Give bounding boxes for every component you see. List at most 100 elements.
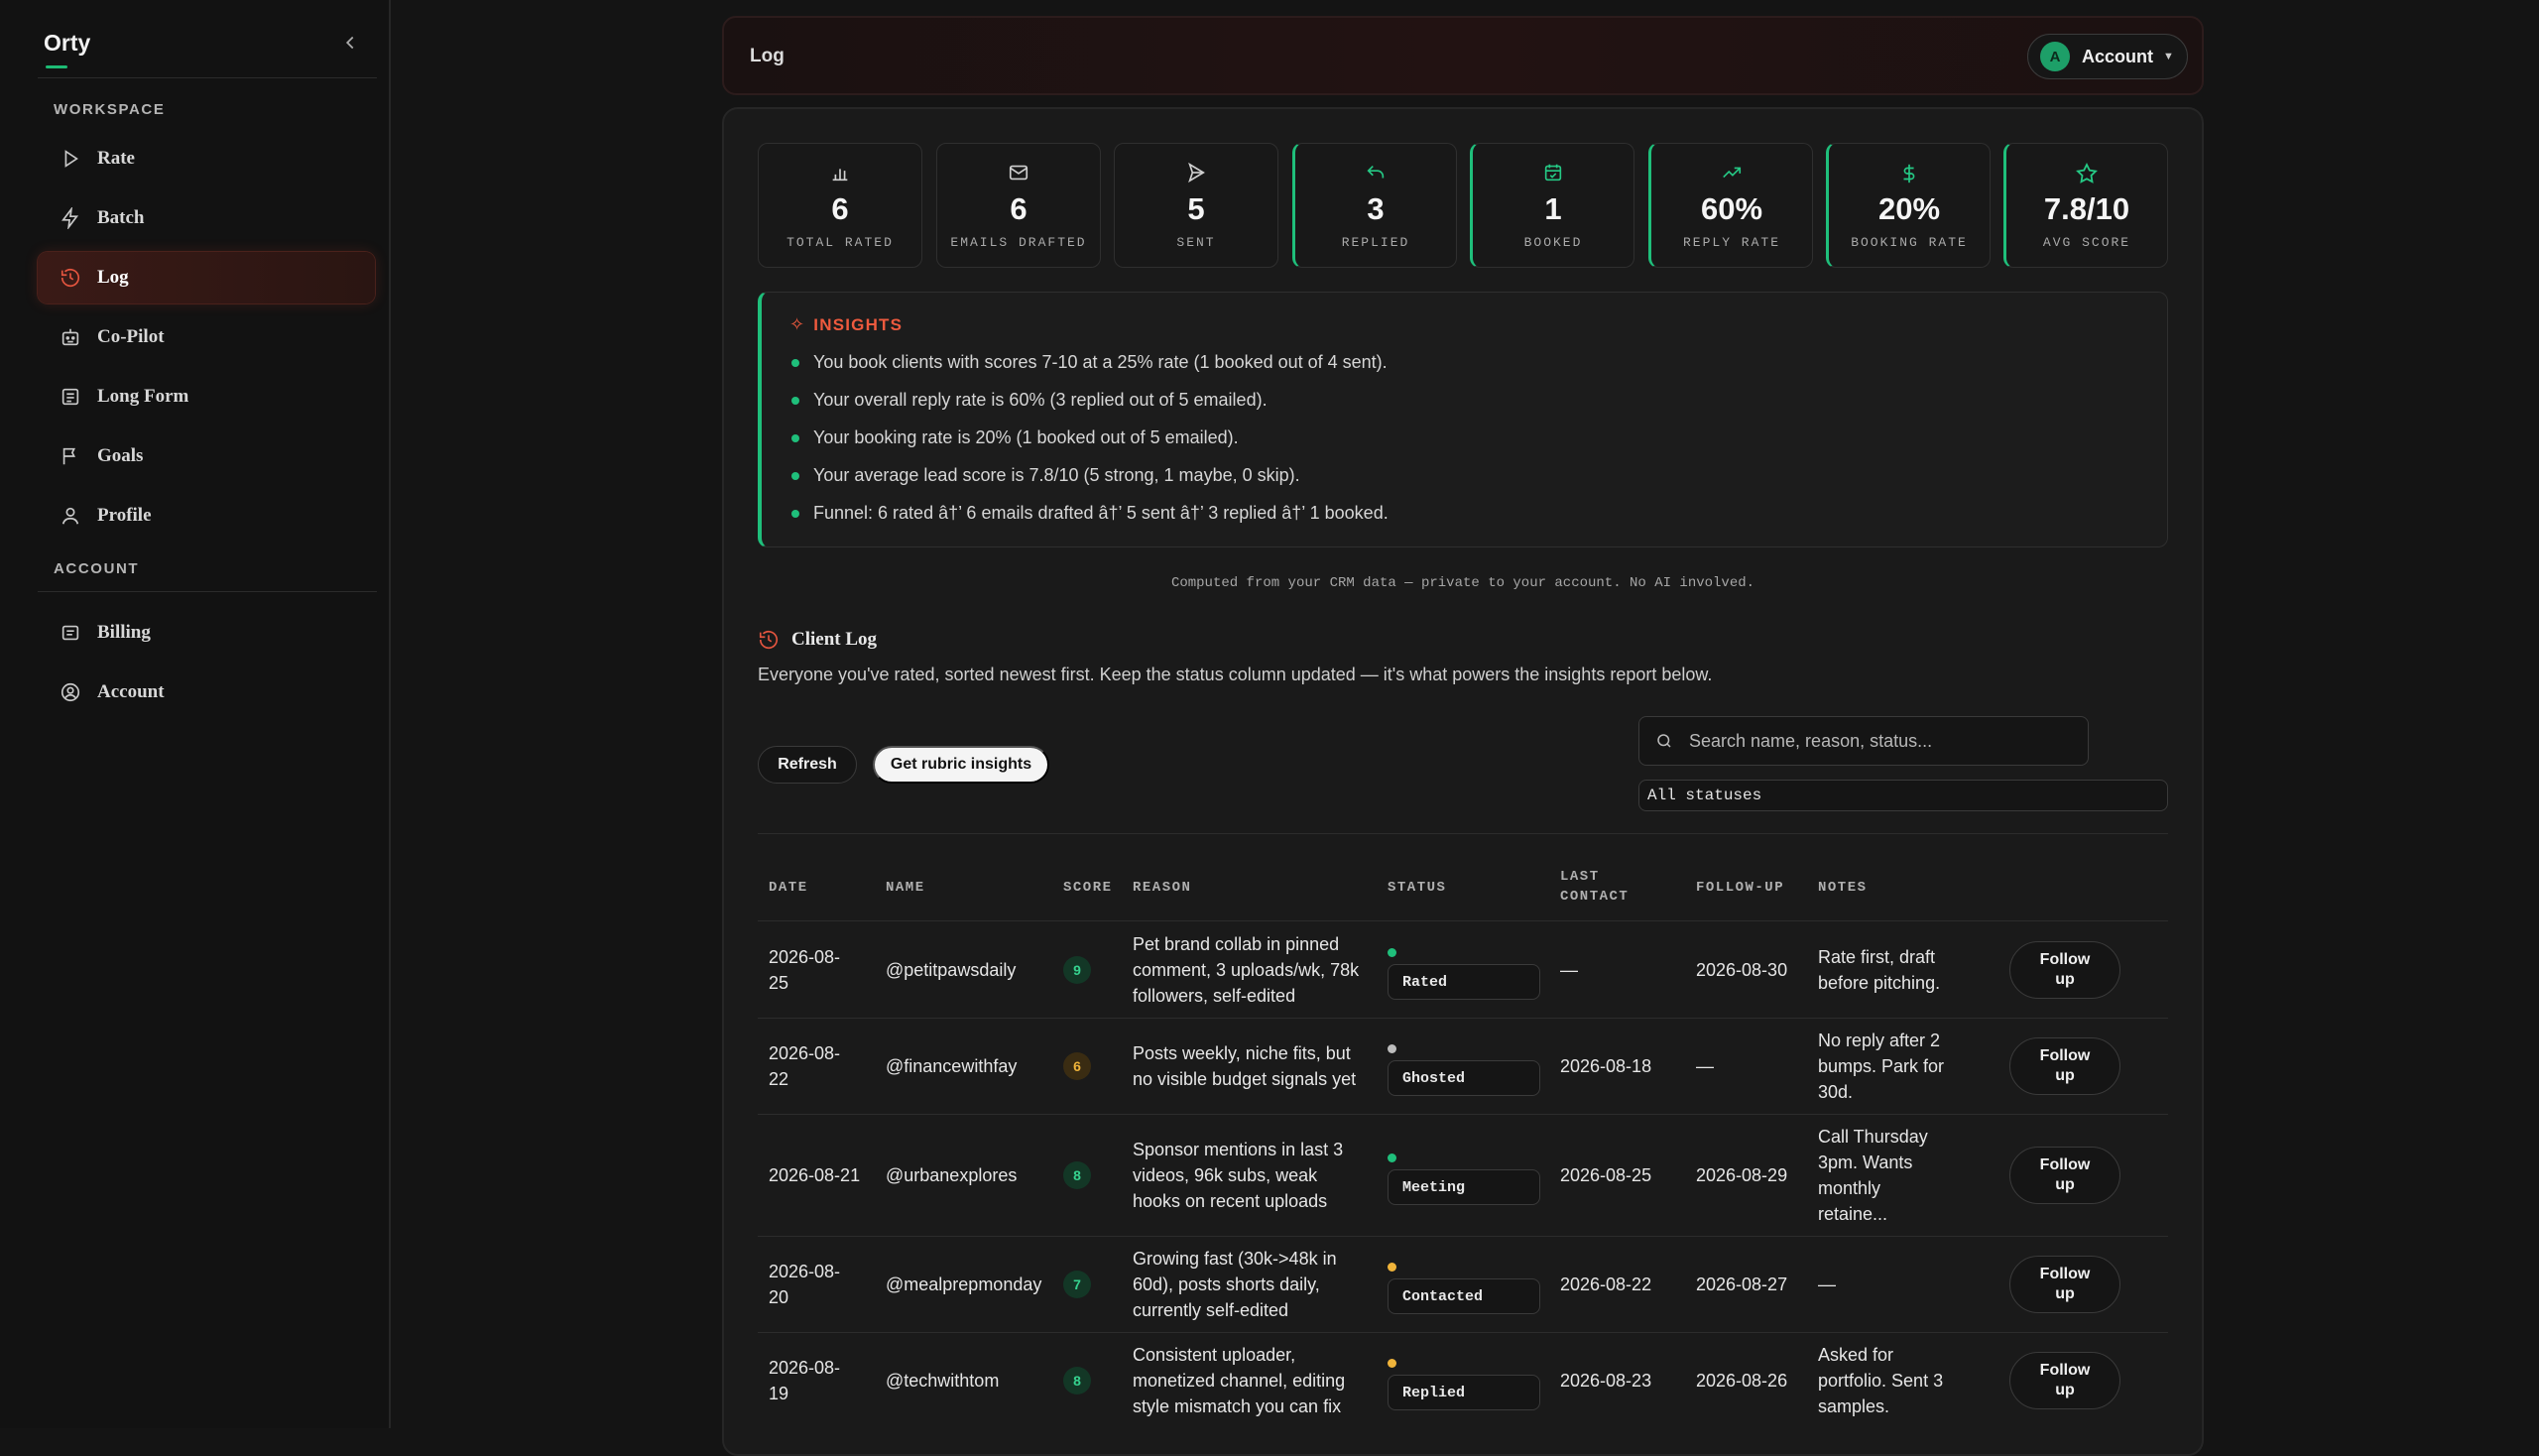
- cell-line: monthly: [1818, 1178, 1881, 1198]
- cell-line: Call Thursday: [1818, 1127, 1928, 1147]
- status-select[interactable]: Rated: [1388, 964, 1540, 1000]
- bullet-dot: [791, 509, 799, 518]
- sidebar-item-long-form[interactable]: Long Form: [38, 371, 375, 423]
- stat-label: BOOKING RATE: [1851, 235, 1968, 250]
- sidebar: Orty WORKSPACE Rate Batch Log Co-Pilot L…: [0, 0, 391, 1428]
- status-dot: [1388, 1359, 1396, 1368]
- cell-line: 2026-08-: [769, 947, 841, 967]
- cell-line: —: [1818, 1274, 1836, 1294]
- reply-icon: [1295, 162, 1456, 185]
- cell-line: 30d.: [1818, 1082, 1854, 1102]
- status-select[interactable]: Contacted: [1388, 1278, 1540, 1314]
- cell-date: 2026-08- 25: [769, 944, 868, 996]
- button-label-wrap: Follow up: [2040, 1046, 2091, 1086]
- follow-up-button[interactable]: Follow up: [2009, 1147, 2120, 1204]
- rubric-insights-button[interactable]: Get rubric insights: [873, 746, 1049, 784]
- stat-avg-score: 7.8/10 AVG SCORE: [2003, 143, 2168, 268]
- cell-follow-up: —: [1696, 1056, 1714, 1076]
- cell-line: Pet brand collab in pinned: [1133, 934, 1340, 954]
- cell-line: monetized channel, editing: [1133, 1371, 1346, 1391]
- cell-reason: Sponsor mentions in last 3 videos, 96k su…: [1133, 1137, 1381, 1214]
- table-row: 2026-08-21 @urbanexplores 8 Sponsor mention…: [758, 1115, 2168, 1236]
- sidebar-item-account[interactable]: Account: [38, 667, 375, 718]
- search-icon: [1655, 732, 1673, 750]
- sidebar-item-rate[interactable]: Rate: [38, 133, 375, 184]
- button-label: up: [2055, 1285, 2075, 1302]
- column-header-notes: NOTES: [1818, 880, 1868, 896]
- follow-up-button[interactable]: Follow up: [2009, 1256, 2120, 1313]
- button-label-wrap: Follow up: [2040, 1155, 2091, 1195]
- cell-last-contact: 2026-08-18: [1560, 1056, 1652, 1076]
- sidebar-item-batch[interactable]: Batch: [38, 192, 375, 244]
- column-header-status: STATUS: [1388, 880, 1447, 896]
- avatar: A: [2040, 42, 2070, 71]
- follow-up-button[interactable]: Follow up: [2009, 1352, 2120, 1409]
- account-menu-button[interactable]: A Account ▼: [2027, 34, 2188, 79]
- score-badge: 6: [1063, 1052, 1091, 1080]
- refresh-button[interactable]: Refresh: [758, 746, 857, 784]
- table-header-divider: [758, 920, 2168, 921]
- bullet-dot: [791, 358, 799, 367]
- cell-follow-up: 2026-08-27: [1696, 1274, 1788, 1294]
- insights-title-text: INSIGHTS: [813, 314, 904, 334]
- insight-text: Your overall reply rate is 60% (3 replie…: [813, 390, 1268, 410]
- column-header-line: LAST: [1560, 869, 1600, 885]
- cell-date: 2026-08- 20: [769, 1259, 868, 1310]
- stat-sent: 5 SENT: [1114, 143, 1278, 268]
- status-select[interactable]: Ghosted: [1388, 1060, 1540, 1096]
- status-filter-select[interactable]: All statuses: [1638, 780, 2168, 811]
- search-input[interactable]: [1689, 730, 2066, 752]
- cell-line: 2026-08-: [769, 1358, 841, 1378]
- status-dot: [1388, 948, 1396, 957]
- button-label: Follow: [2039, 1156, 2091, 1173]
- cell-name: @urbanexplores: [886, 1165, 1018, 1185]
- flag-icon: [60, 445, 81, 467]
- collapse-sidebar-button[interactable]: [337, 32, 363, 58]
- brand-logo[interactable]: Orty: [44, 30, 90, 57]
- sidebar-item-billing[interactable]: Billing: [38, 607, 375, 659]
- send-icon: [1115, 162, 1277, 185]
- cell-follow-up: 2026-08-26: [1696, 1371, 1788, 1391]
- table-row: 2026-08- 25 @petitpawsdaily 9 Pet brand coll…: [758, 922, 2168, 1018]
- score-badge: 8: [1063, 1161, 1091, 1189]
- insights-panel: ✧ INSIGHTS You book clients with scores …: [758, 292, 2168, 547]
- sidebar-item-profile[interactable]: Profile: [38, 490, 375, 542]
- stat-booked: 1 BOOKED: [1470, 143, 1634, 268]
- sidebar-item-log[interactable]: Log: [38, 252, 375, 303]
- column-header-date: DATE: [769, 880, 808, 896]
- robot-icon: [60, 326, 81, 348]
- account-menu-label: Account: [2082, 46, 2153, 66]
- sidebar-item-label: Profile: [97, 505, 152, 526]
- stat-reply-rate: 60% REPLY RATE: [1648, 143, 1813, 268]
- stat-total-rated: 6 TOTAL RATED: [758, 143, 922, 268]
- status-select[interactable]: Replied: [1388, 1375, 1540, 1410]
- follow-up-button[interactable]: Follow up: [2009, 1037, 2120, 1095]
- follow-up-button[interactable]: Follow up: [2009, 941, 2120, 999]
- sidebar-item-co-pilot[interactable]: Co-Pilot: [38, 311, 375, 363]
- insight-text: Your average lead score is 7.8/10 (5 str…: [813, 465, 1300, 485]
- cell-notes: Call Thursday 3pm. Wants monthly retaine...: [1818, 1124, 1957, 1227]
- stat-value: 3: [1367, 191, 1385, 226]
- stat-value: 6: [1010, 191, 1028, 226]
- column-header-score: SCORE: [1063, 880, 1113, 896]
- insight-line: Funnel: 6 rated â†’ 6 emails drafted â†’…: [791, 503, 1389, 524]
- score-badge: 9: [1063, 956, 1091, 984]
- sidebar-item-goals[interactable]: Goals: [38, 430, 375, 482]
- stat-label: REPLIED: [1341, 235, 1410, 250]
- cell-reason: Posts weekly, niche fits, but no visible …: [1133, 1040, 1381, 1092]
- search-field[interactable]: [1638, 716, 2089, 766]
- history-icon: [60, 267, 81, 289]
- sidebar-item-label: Billing: [97, 622, 151, 643]
- button-label-wrap: Follow up: [2040, 1361, 2091, 1400]
- cell-line: portfolio. Sent 3: [1818, 1371, 1944, 1391]
- play-icon: [60, 148, 81, 170]
- status-select[interactable]: Meeting: [1388, 1169, 1540, 1205]
- score-badge: 8: [1063, 1367, 1091, 1395]
- sidebar-item-label: Goals: [97, 445, 144, 466]
- insight-text: You book clients with scores 7-10 at a 2…: [813, 352, 1388, 372]
- caret-down-icon: ▼: [2163, 51, 2174, 62]
- table-row: 2026-08- 20 @mealprepmonday 7 Growing fast (…: [758, 1237, 2168, 1332]
- trending-up-icon: [1651, 162, 1812, 185]
- button-label-wrap: Follow up: [2040, 950, 2091, 990]
- cell-line: hooks on recent uploads: [1133, 1191, 1328, 1211]
